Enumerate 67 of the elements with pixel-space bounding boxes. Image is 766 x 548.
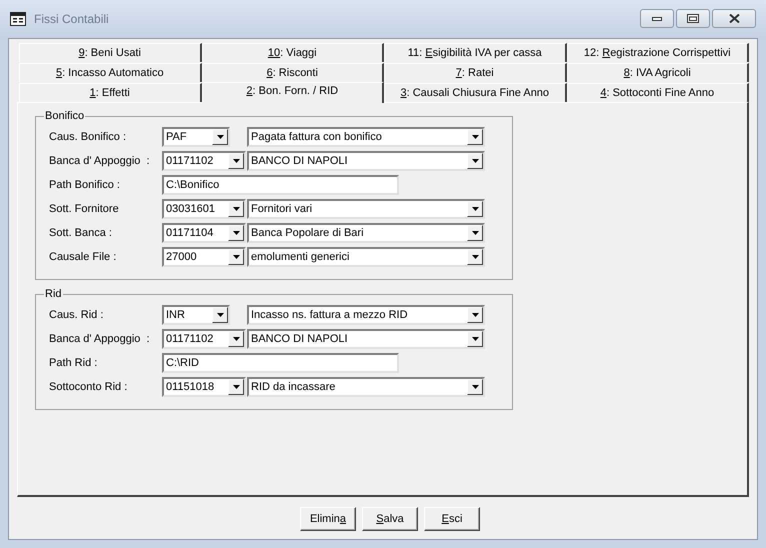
window-icon (10, 12, 26, 26)
dropdown-field[interactable]: BANCO DI NAPOLI (247, 151, 485, 171)
field-label: Path Rid : (48, 356, 98, 371)
tab[interactable]: 10: Viaggi (202, 43, 384, 62)
tab[interactable]: 4: Sottoconti Fine Anno (566, 83, 749, 102)
dropdown-field[interactable]: BANCO DI NAPOLI (247, 329, 485, 349)
caret-icon (472, 135, 478, 139)
field-label: Banca d' Appoggio : (48, 154, 151, 169)
dropdown-field[interactable]: RID da incassare (247, 377, 485, 397)
maximize-icon (687, 14, 699, 23)
caret-icon (472, 337, 478, 341)
action-button[interactable]: Salva (362, 507, 418, 531)
caret-icon (472, 385, 478, 389)
path-field[interactable]: C:\RID (162, 353, 399, 373)
dropdown-field[interactable]: 01151018 (162, 377, 246, 397)
window-title: Fissi Contabili (34, 11, 109, 28)
dropdown-field[interactable]: 01171102 (162, 151, 246, 171)
field-label: Sott. Fornitore (48, 202, 120, 217)
action-button[interactable]: Esci (424, 507, 480, 531)
tab[interactable]: 11: Esigibilità IVA per cassa (384, 43, 566, 62)
caret-icon (472, 231, 478, 235)
dropdown-field[interactable]: PAF (162, 127, 230, 147)
tab[interactable]: 6: Risconti (202, 63, 384, 82)
field-label: Caus. Bonifico : (48, 130, 128, 145)
dropdown-field[interactable]: Pagata fattura con bonifico (247, 127, 485, 147)
tab[interactable]: 3: Causali Chiusura Fine Anno (384, 83, 566, 102)
minimize-icon (652, 16, 662, 20)
caret-icon (232, 337, 240, 341)
caret-icon (472, 159, 478, 163)
field-label: Caus. Rid : (48, 308, 104, 323)
field-label: Sottoconto Rid : (48, 380, 128, 395)
tab[interactable]: 12: Registrazione Corrispettivi (566, 43, 749, 62)
field-label: Causale File : (48, 250, 118, 265)
tab[interactable]: 9: Beni Usati (19, 43, 202, 62)
field-label: Sott. Banca : (48, 226, 113, 241)
dropdown-field[interactable]: 03031601 (162, 199, 246, 219)
caret-icon (232, 231, 240, 235)
path-field[interactable]: C:\Bonifico (162, 175, 399, 195)
tab[interactable]: 2: Bon. Forn. / RID (202, 82, 384, 103)
field-label: Path Bonifico : (48, 178, 121, 193)
caret-icon (232, 255, 240, 259)
dropdown-field[interactable]: Banca Popolare di Bari (247, 223, 485, 243)
maximize-button[interactable] (676, 9, 710, 28)
close-icon (728, 14, 740, 23)
caret-icon (216, 135, 224, 139)
action-button[interactable]: Elimina (300, 507, 356, 531)
caret-icon (232, 385, 240, 389)
caret-icon (472, 207, 478, 211)
close-button[interactable] (712, 9, 756, 28)
tab[interactable]: 7: Ratei (384, 63, 566, 82)
dropdown-field[interactable]: 01171104 (162, 223, 246, 243)
field-label: Banca d' Appoggio : (48, 332, 151, 347)
caret-icon (472, 313, 478, 317)
tab[interactable]: 8: IVA Agricoli (566, 63, 749, 82)
dropdown-field[interactable]: Fornitori vari (247, 199, 485, 219)
dropdown-field[interactable]: INR (162, 305, 230, 325)
dropdown-field[interactable]: emolumenti generici (247, 247, 485, 267)
dropdown-field[interactable]: 01171102 (162, 329, 246, 349)
minimize-button[interactable] (640, 9, 674, 28)
tab[interactable]: 1: Effetti (19, 83, 202, 102)
caret-icon (232, 159, 240, 163)
dropdown-field[interactable]: 27000 (162, 247, 246, 267)
caret-icon (232, 207, 240, 211)
caret-icon (216, 313, 224, 317)
dropdown-field[interactable]: Incasso ns. fattura a mezzo RID (247, 305, 485, 325)
caret-icon (472, 255, 478, 259)
tab[interactable]: 5: Incasso Automatico (19, 63, 202, 82)
